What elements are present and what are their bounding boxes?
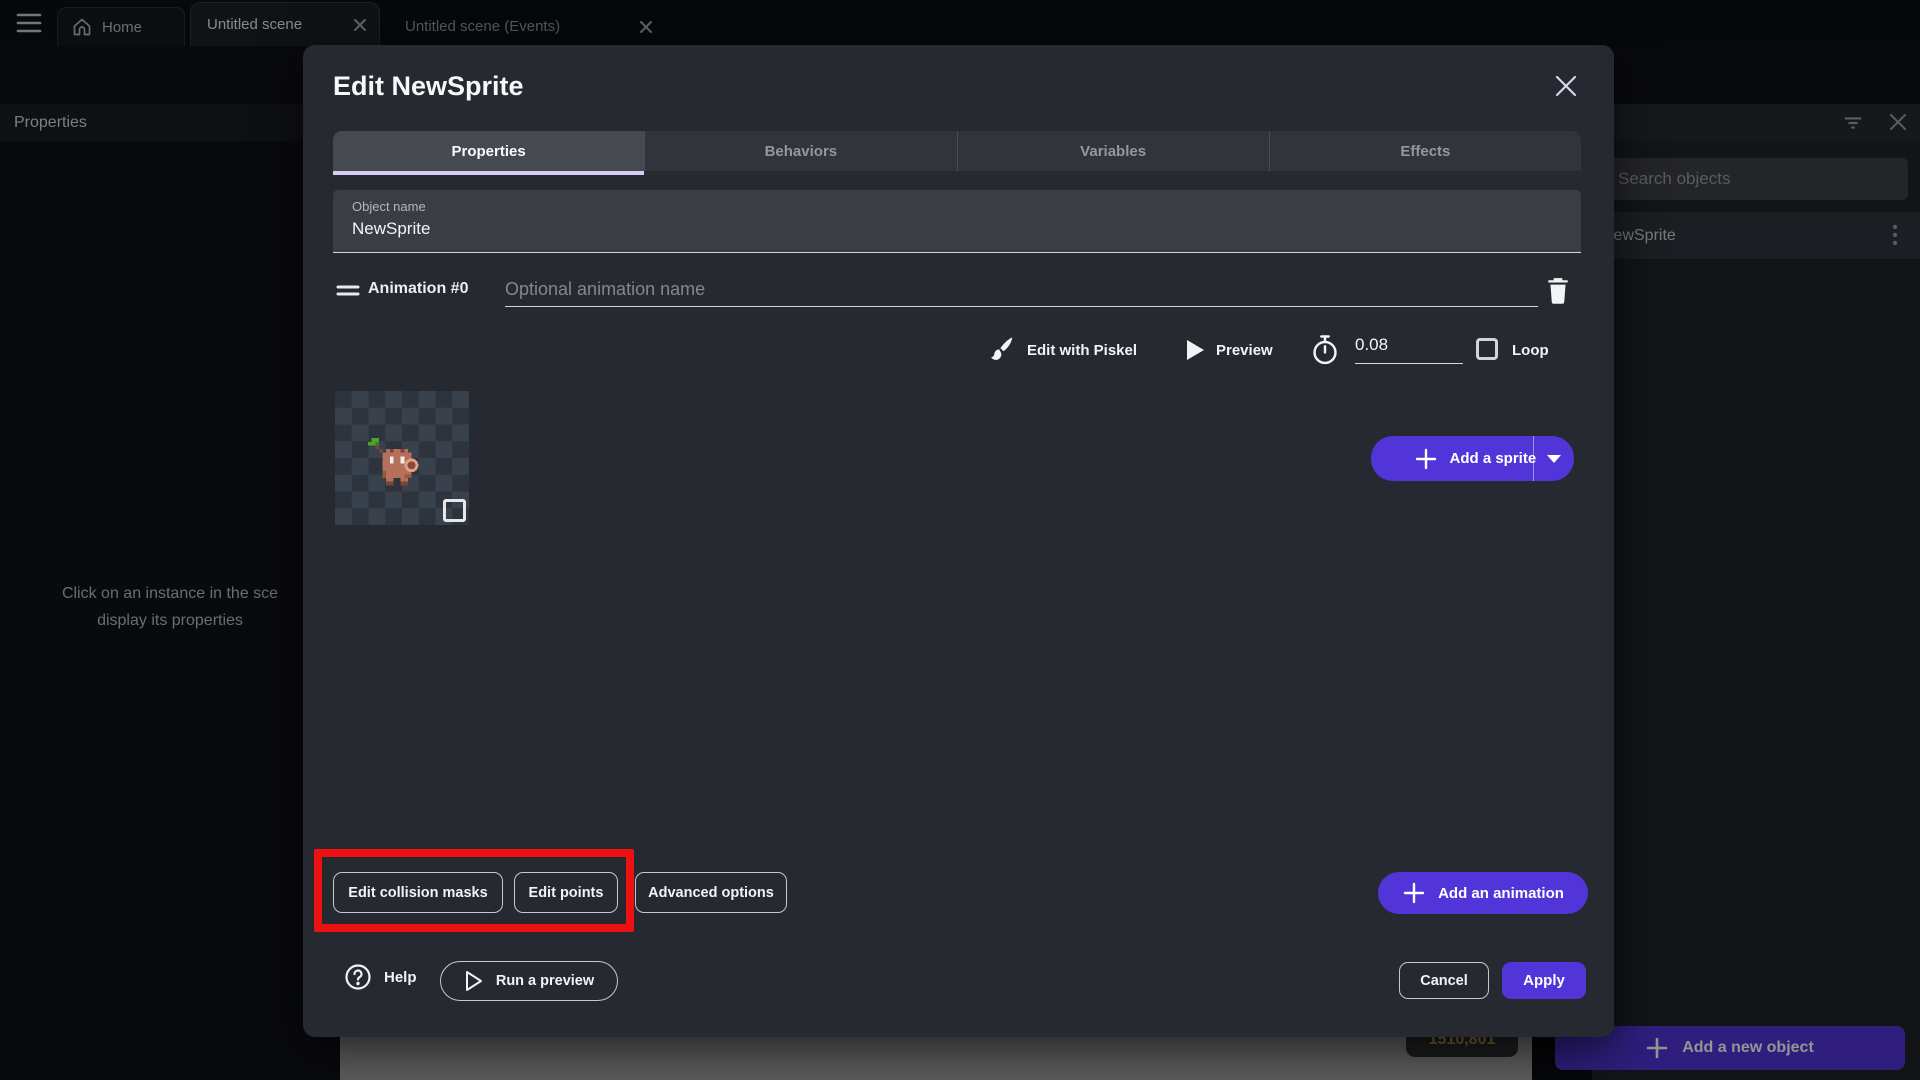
tab-behaviors[interactable]: Behaviors: [644, 131, 956, 171]
close-dialog-icon[interactable]: [1553, 73, 1579, 99]
add-an-animation-button[interactable]: Add an animation: [1378, 872, 1588, 914]
help-button[interactable]: Help: [344, 963, 417, 991]
object-name-field[interactable]: Object name: [333, 190, 1581, 253]
time-between-frames-input[interactable]: [1355, 335, 1463, 364]
object-name-field-label: Object name: [352, 199, 426, 214]
help-icon: [344, 963, 372, 991]
tab-properties[interactable]: Properties: [333, 131, 645, 175]
animation-label: Animation #0: [368, 280, 469, 297]
add-sprite-label: Add a sprite: [1449, 450, 1537, 467]
object-name-input[interactable]: [352, 219, 1552, 239]
sprite-frame-thumbnail[interactable]: [335, 391, 469, 525]
tab-effects[interactable]: Effects: [1268, 131, 1581, 171]
play-icon[interactable]: [1184, 338, 1206, 362]
plus-icon: [1402, 881, 1426, 905]
add-animation-label: Add an animation: [1438, 884, 1564, 902]
cancel-button[interactable]: Cancel: [1399, 962, 1489, 999]
tab-variables[interactable]: Variables: [956, 131, 1269, 171]
frame-actions-row: Edit with Piskel Preview Loop: [303, 333, 1614, 373]
caret-down-icon: [1547, 454, 1561, 463]
plus-icon: [1414, 447, 1438, 471]
animation-row: Animation #0: [303, 273, 1614, 311]
annotation-highlight-rectangle: [314, 849, 634, 932]
animation-name-input[interactable]: [505, 273, 1538, 307]
add-a-sprite-main[interactable]: Add a sprite: [1392, 436, 1554, 481]
drag-handle-icon[interactable]: [336, 283, 360, 299]
dialog-tab-bar: Properties Behaviors Variables Effects: [333, 131, 1581, 175]
dialog-title: Edit NewSprite: [333, 71, 524, 101]
add-sprite-dropdown[interactable]: [1533, 436, 1574, 481]
delete-animation-icon[interactable]: [1545, 276, 1571, 304]
run-a-preview-button[interactable]: Run a preview: [440, 961, 618, 1001]
add-a-sprite-button[interactable]: Add a sprite: [1371, 436, 1574, 481]
stopwatch-icon: [1310, 334, 1340, 366]
apply-button[interactable]: Apply: [1502, 962, 1586, 999]
advanced-options-button[interactable]: Advanced options: [635, 872, 787, 913]
brush-icon[interactable]: [986, 335, 1016, 365]
edit-with-piskel-button[interactable]: Edit with Piskel: [1027, 342, 1137, 359]
loop-checkbox[interactable]: [1476, 338, 1498, 360]
loop-label: Loop: [1512, 342, 1549, 359]
preview-button[interactable]: Preview: [1216, 342, 1273, 359]
sprite-pixel-art: [368, 438, 419, 486]
play-outline-icon: [464, 970, 484, 992]
frame-select-checkbox[interactable]: [443, 499, 466, 522]
